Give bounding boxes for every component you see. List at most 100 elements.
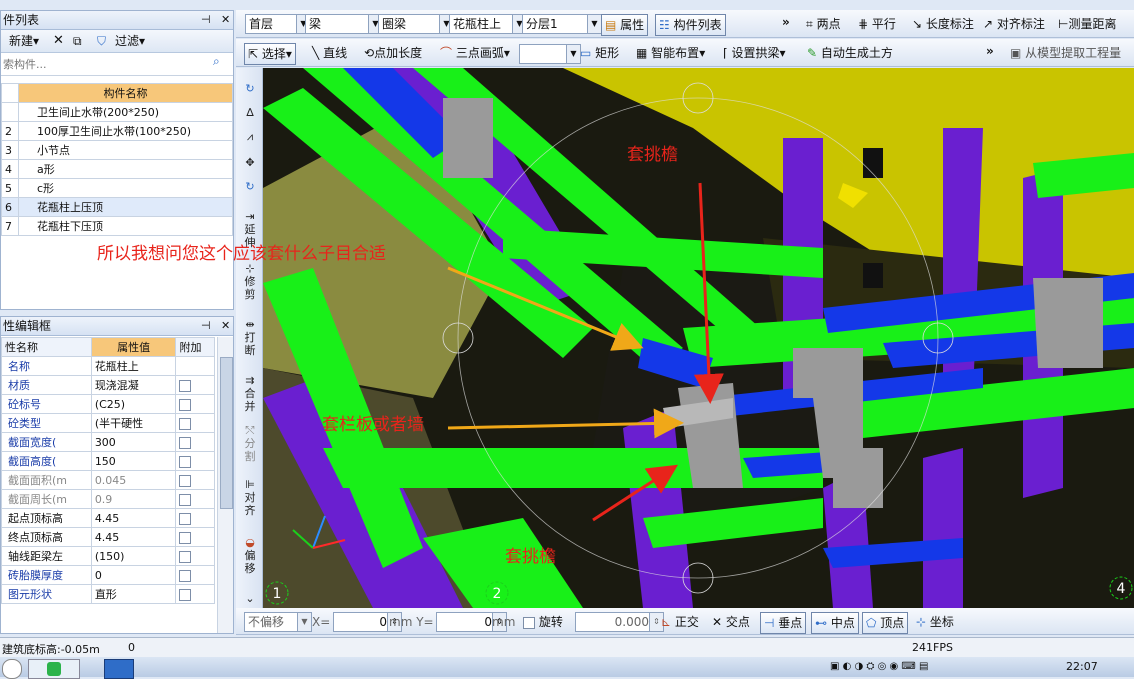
parallel-button[interactable]: ⋕ 平行 [858, 14, 896, 34]
orthogonal-button[interactable]: ⊾ 正交 [661, 612, 699, 632]
offset-select[interactable]: 不偏移 ▼ [244, 612, 312, 632]
component-select[interactable]: 花瓶柱上 ▼ [449, 14, 527, 34]
property-extra-checkbox[interactable] [175, 375, 215, 395]
property-extra-checkbox[interactable] [175, 584, 215, 604]
component-name[interactable]: 卫生间止水带(200*250) [18, 102, 233, 122]
property-row[interactable]: 图元形状 直形 [1, 584, 215, 604]
subtype-select[interactable]: 圈梁 ▼ [378, 14, 454, 34]
property-extra-checkbox[interactable] [175, 413, 215, 433]
property-row[interactable]: 轴线距梁左 (150) [1, 546, 215, 566]
vertex-button[interactable]: ⬠ 顶点 [862, 612, 909, 634]
property-scrollbar[interactable] [217, 337, 233, 633]
copy-icon[interactable]: ⧉ [73, 30, 82, 52]
offset-button[interactable]: ◒ 偏移 [238, 536, 262, 575]
pin-icon[interactable]: ⊣ [201, 317, 211, 335]
property-row[interactable]: 起点顶标高 4.45 [1, 508, 215, 528]
property-row[interactable]: 截面高度(150 [1, 451, 215, 471]
delete-icon[interactable]: ✕ [53, 30, 64, 52]
more-tools-icon[interactable]: ⌄ [238, 592, 262, 605]
measure-distance-button[interactable]: ⊢测量距离 [1058, 14, 1116, 34]
taskbar-app-1[interactable] [28, 659, 80, 679]
mirror-icon[interactable]: ∆ [238, 106, 262, 119]
component-name[interactable]: 花瓶柱上压顶 [18, 197, 233, 217]
property-value[interactable]: (150) [90, 546, 177, 566]
property-value[interactable]: 直形 [90, 584, 177, 604]
properties-button[interactable]: ▤ 属性 [601, 14, 649, 36]
component-list-button[interactable]: ☷ 构件列表 [655, 14, 726, 36]
intersection-button[interactable]: ✕ 交点 [712, 612, 750, 632]
search-icon[interactable]: ⌕ [213, 54, 220, 69]
property-value[interactable]: 现浇混凝 [90, 375, 177, 395]
auto-earth-button[interactable]: ✎ 自动生成土方 [807, 43, 893, 63]
component-name[interactable]: 花瓶柱下压顶 [18, 216, 233, 236]
property-extra-checkbox[interactable] [175, 432, 215, 452]
filter-icon[interactable]: ⛉ [97, 30, 106, 52]
property-value[interactable]: (半干硬性 [90, 413, 177, 433]
search-input[interactable] [1, 55, 210, 73]
component-name[interactable]: c形 [18, 178, 233, 198]
property-value[interactable]: 0.9 [90, 489, 177, 509]
property-extra-checkbox[interactable] [175, 546, 215, 566]
set-arch-beam-button[interactable]: ⌈ 设置拱梁▾ [723, 43, 786, 63]
property-value[interactable]: 0 [90, 565, 177, 585]
property-extra-checkbox[interactable] [175, 356, 215, 376]
rotate-checkbox[interactable]: 旋转 [523, 612, 563, 632]
taskbar-app-2[interactable] [104, 659, 134, 679]
property-row[interactable]: 截面宽度(300 [1, 432, 215, 452]
property-row[interactable]: 终点顶标高 4.45 [1, 527, 215, 547]
property-extra-checkbox[interactable] [175, 451, 215, 471]
scrollbar-thumb[interactable] [220, 357, 233, 509]
property-extra-checkbox[interactable] [175, 394, 215, 414]
rotate-input[interactable]: 0.000 ⇕ [575, 612, 664, 632]
table-row[interactable]: 卫生间止水带(200*250) [1, 102, 233, 122]
property-row[interactable]: 砼标号 (C25) [1, 394, 215, 414]
3d-viewport[interactable]: 1 2 4 [263, 68, 1134, 608]
property-row[interactable]: 材质 现浇混凝 [1, 375, 215, 395]
close-icon[interactable]: ✕ [221, 317, 230, 335]
trim-button[interactable]: ⊹ 修剪 [238, 262, 262, 301]
property-extra-checkbox[interactable] [175, 565, 215, 585]
point-length-button[interactable]: ⟲点加长度 [364, 43, 422, 63]
toolbar2-overflow-icon[interactable]: » [986, 41, 994, 61]
start-icon[interactable] [2, 659, 22, 679]
property-extra-checkbox[interactable] [175, 527, 215, 547]
property-row[interactable]: 名称 花瓶柱上 [1, 356, 215, 376]
property-extra-checkbox[interactable] [175, 508, 215, 528]
property-extra-checkbox[interactable] [175, 489, 215, 509]
break-button[interactable]: ⇹ 打断 [238, 318, 262, 357]
filter-button[interactable]: 过滤▾ [115, 30, 145, 52]
property-extra-checkbox[interactable] [175, 470, 215, 490]
perpendicular-button[interactable]: ⊣ 垂点 [760, 612, 807, 634]
table-row[interactable]: 5 c形 [1, 178, 233, 198]
property-value[interactable]: 花瓶柱上 [90, 356, 177, 376]
align-button[interactable]: ⊫ 对齐 [238, 478, 262, 517]
line-button[interactable]: ╲ 直线 [312, 43, 347, 63]
table-row[interactable]: 2 100厚卫生间止水带(100*250) [1, 121, 233, 141]
component-name[interactable]: 小节点 [18, 140, 233, 160]
extract-from-model-button[interactable]: ▣ 从模型提取工程量 [1010, 43, 1121, 63]
rotate-icon[interactable]: ↻ [238, 82, 262, 95]
property-value[interactable]: (C25) [90, 394, 177, 414]
property-row[interactable]: 砼类型 (半干硬性 [1, 413, 215, 433]
two-points-button[interactable]: ⌗ 两点 [806, 14, 841, 34]
new-button[interactable]: 新建▾ [9, 30, 39, 52]
three-point-arc-button[interactable]: ⌒ 三点画弧▾ [440, 43, 510, 63]
move-icon[interactable]: ✥ [238, 156, 262, 169]
property-value[interactable]: 0.045 [90, 470, 177, 490]
type-select[interactable]: 梁 ▼ [305, 14, 383, 34]
floor-select[interactable]: 首层 ▼ [245, 14, 311, 34]
table-row[interactable]: 7 花瓶柱下压顶 [1, 216, 233, 236]
property-row[interactable]: 砖胎膜厚度 0 [1, 565, 215, 585]
property-value[interactable]: 4.45 [90, 527, 177, 547]
length-dim-button[interactable]: ↘ 长度标注 [912, 14, 974, 34]
property-value[interactable]: 4.45 [90, 508, 177, 528]
table-row[interactable]: 4 a形 [1, 159, 233, 179]
table-row[interactable]: 3 小节点 [1, 140, 233, 160]
property-row[interactable]: 截面周长(m 0.9 [1, 489, 215, 509]
property-value[interactable]: 300 [90, 432, 177, 452]
property-value[interactable]: 150 [90, 451, 177, 471]
component-name[interactable]: a形 [18, 159, 233, 179]
smart-layout-button[interactable]: ▦ 智能布置▾ [636, 43, 705, 63]
mirror2-icon[interactable]: ⩘ [238, 130, 262, 143]
split-button[interactable]: ⤲ 分割 [238, 424, 262, 463]
